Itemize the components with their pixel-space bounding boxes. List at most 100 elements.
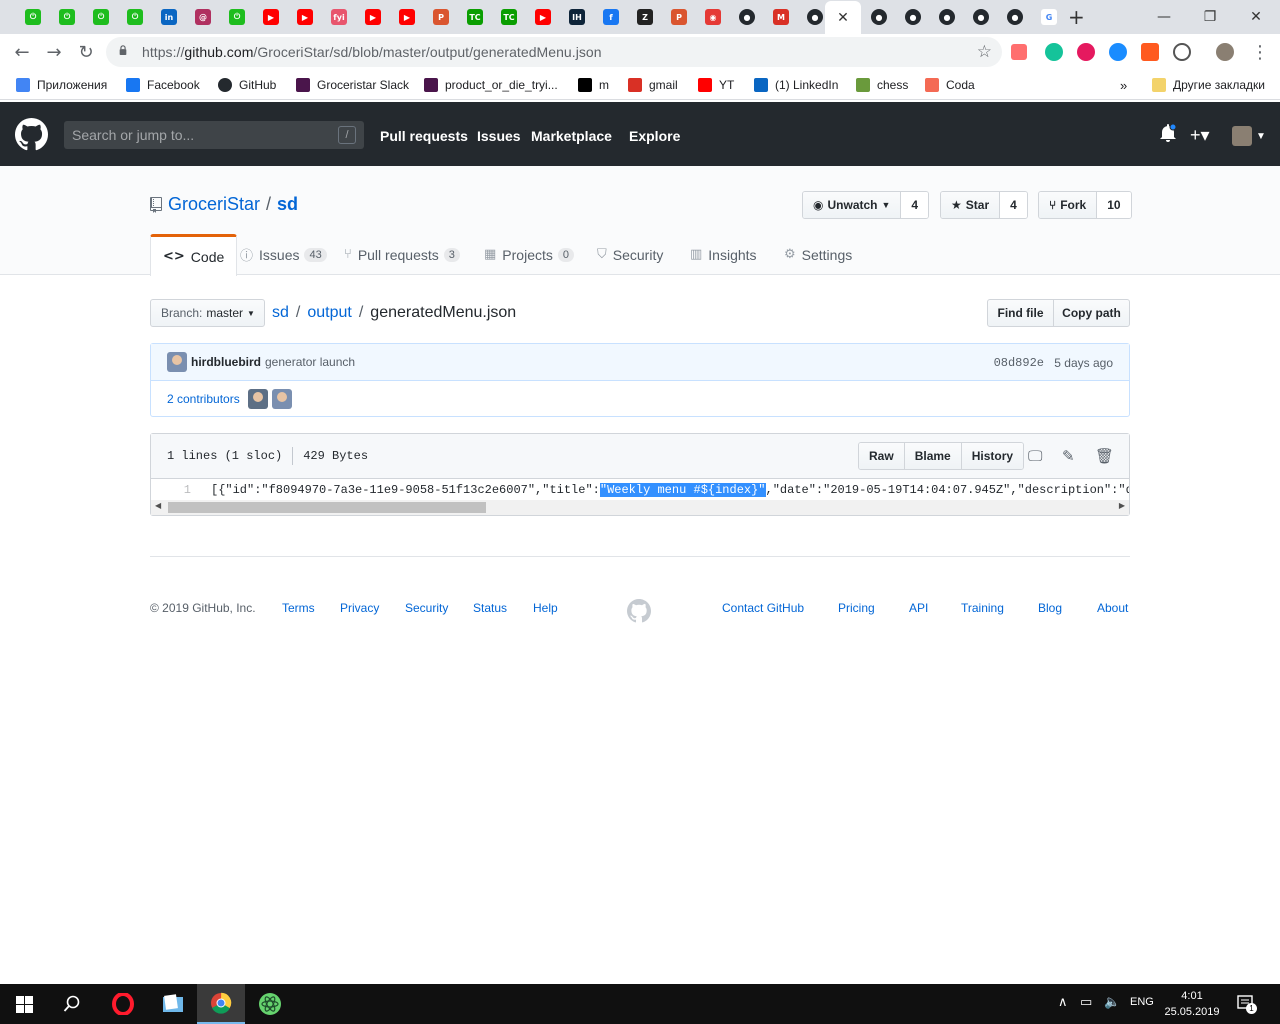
other-bookmarks[interactable]: Другие закладки	[1152, 76, 1265, 94]
browser-tab[interactable]: ●	[930, 3, 964, 31]
watch-button[interactable]: ◉ Unwatch ▼ 4	[802, 191, 930, 219]
tab-insights[interactable]: ▥ Insights	[678, 234, 769, 275]
breadcrumb-dir-link[interactable]: output	[307, 304, 351, 322]
bookmark-gmail[interactable]: gmail	[628, 76, 678, 94]
footer-link-api[interactable]: API	[909, 601, 928, 615]
footer-link-training[interactable]: Training	[961, 601, 1004, 615]
footer-link-pricing[interactable]: Pricing	[838, 601, 875, 615]
bookmark-star-icon[interactable]: ☆	[977, 42, 992, 62]
grammarly-icon[interactable]	[1045, 43, 1063, 61]
commit-author-link[interactable]: hirdbluebird	[191, 355, 261, 369]
commit-sha-link[interactable]: 08d892e	[994, 356, 1044, 370]
close-icon[interactable]: ✕	[837, 9, 849, 26]
commit-message-link[interactable]: generator launch	[265, 355, 355, 369]
search-icon[interactable]	[48, 984, 96, 1024]
browser-tab[interactable]: ▶	[390, 3, 424, 31]
extension-icon[interactable]	[1141, 43, 1159, 61]
volume-icon[interactable]: 🔈	[1104, 995, 1120, 1010]
user-avatar-menu[interactable]: ▼	[1232, 126, 1266, 146]
tab-code[interactable]: <> Code	[150, 234, 238, 276]
star-count[interactable]: 4	[1000, 192, 1027, 218]
avatar[interactable]	[247, 388, 268, 409]
browser-tab[interactable]: @	[186, 3, 220, 31]
browser-tab[interactable]: in	[152, 3, 186, 31]
browser-tab[interactable]: IH	[560, 3, 594, 31]
breadcrumb-root-link[interactable]: sd	[272, 304, 289, 322]
browser-tab[interactable]: ●	[730, 3, 764, 31]
browser-tab[interactable]: f	[594, 3, 628, 31]
browser-tab[interactable]: ▶	[288, 3, 322, 31]
blame-button[interactable]: Blame	[904, 443, 962, 469]
browser-tab[interactable]: TC	[458, 3, 492, 31]
line-number[interactable]: 1	[151, 483, 201, 497]
footer-link-privacy[interactable]: Privacy	[340, 601, 379, 615]
footer-link-blog[interactable]: Blog	[1038, 601, 1062, 615]
bookmark-yt[interactable]: YT	[698, 76, 734, 94]
browser-tab[interactable]: fyi	[322, 3, 356, 31]
browser-tab[interactable]: ▶	[526, 3, 560, 31]
tab-settings[interactable]: ⚙ Settings	[772, 234, 864, 275]
scroll-left-arrow-icon[interactable]: ◀	[155, 501, 161, 510]
menu-icon[interactable]: ⋮	[1249, 41, 1271, 63]
browser-tab[interactable]: ●	[998, 3, 1032, 31]
watch-count[interactable]: 4	[901, 192, 929, 218]
bell-icon[interactable]	[1160, 123, 1177, 147]
bookmark-coda[interactable]: Coda	[925, 76, 975, 94]
back-button[interactable]: ←	[11, 41, 33, 63]
history-button[interactable]: History	[961, 443, 1024, 469]
restore-button[interactable]: ❐	[1187, 4, 1233, 30]
avatar[interactable]	[271, 388, 292, 409]
copy-path-button[interactable]: Copy path	[1053, 299, 1130, 327]
browser-tab[interactable]: ●	[862, 3, 896, 31]
tab-security[interactable]: ⛉ Security	[585, 234, 675, 275]
browser-tab[interactable]: G	[1032, 3, 1066, 31]
footer-link-terms[interactable]: Terms	[282, 601, 315, 615]
browser-tab[interactable]: ▶	[254, 3, 288, 31]
browser-tab[interactable]: ⏻	[84, 3, 118, 31]
browser-tab[interactable]: ⏻	[16, 3, 50, 31]
atom-icon[interactable]	[246, 984, 294, 1024]
bookmark-github[interactable]: GitHub	[218, 76, 276, 94]
language-indicator[interactable]: ENG	[1130, 996, 1154, 1008]
fork-button[interactable]: ⑂ Fork 10	[1038, 191, 1132, 219]
chrome-icon[interactable]	[197, 984, 245, 1024]
search-input[interactable]: Search or jump to... /	[64, 121, 364, 149]
extension-icon[interactable]	[1109, 43, 1127, 61]
extension-icon[interactable]	[1173, 43, 1191, 61]
forward-button[interactable]: →	[43, 41, 65, 63]
opera-icon[interactable]	[99, 984, 147, 1024]
create-new-plus-icon[interactable]: +▾	[1190, 125, 1210, 146]
browser-tab[interactable]: ⏻	[118, 3, 152, 31]
bookmark-chess[interactable]: chess	[856, 76, 908, 94]
nav-marketplace[interactable]: Marketplace	[531, 128, 612, 144]
browser-tab[interactable]: ●	[964, 3, 998, 31]
avatar[interactable]	[167, 352, 187, 372]
browser-tab[interactable]: ●	[896, 3, 930, 31]
footer-link-help[interactable]: Help	[533, 601, 558, 615]
browser-tab[interactable]: ▶	[356, 3, 390, 31]
active-tab[interactable]: ✕	[825, 1, 861, 34]
minimize-button[interactable]: —	[1141, 4, 1187, 30]
browser-tab[interactable]: TC	[492, 3, 526, 31]
desktop-icon[interactable]: 🖵	[1028, 447, 1046, 465]
browser-tab[interactable]: ⏻	[220, 3, 254, 31]
bookmark--1-linkedin[interactable]: (1) LinkedIn	[754, 76, 838, 94]
file-explorer-icon[interactable]	[149, 984, 197, 1024]
tab-projects[interactable]: ▦ Projects 0	[472, 234, 586, 275]
repo-owner-link[interactable]: GroceriStar	[168, 194, 260, 215]
tray-chevron-up-icon[interactable]: ∧	[1058, 995, 1068, 1010]
browser-tab[interactable]: M	[764, 3, 798, 31]
browser-tab[interactable]: ⏻	[50, 3, 84, 31]
scroll-right-arrow-icon[interactable]: ▶	[1119, 501, 1125, 510]
bookmark-product-or-die-tryi-[interactable]: product_or_die_tryi...	[424, 76, 558, 94]
close-window-button[interactable]: ✕	[1233, 4, 1279, 30]
horizontal-scrollbar[interactable]: ◀ ▶	[151, 500, 1129, 515]
footer-link-status[interactable]: Status	[473, 601, 507, 615]
browser-tab[interactable]: Z	[628, 3, 662, 31]
footer-link-about[interactable]: About	[1097, 601, 1128, 615]
footer-link-security[interactable]: Security	[405, 601, 448, 615]
bookmark-groceristar-slack[interactable]: Groceristar Slack	[296, 76, 409, 94]
scrollbar-thumb[interactable]	[168, 502, 486, 513]
windows-start-icon[interactable]	[0, 984, 48, 1024]
bookmark-facebook[interactable]: Facebook	[126, 76, 200, 94]
